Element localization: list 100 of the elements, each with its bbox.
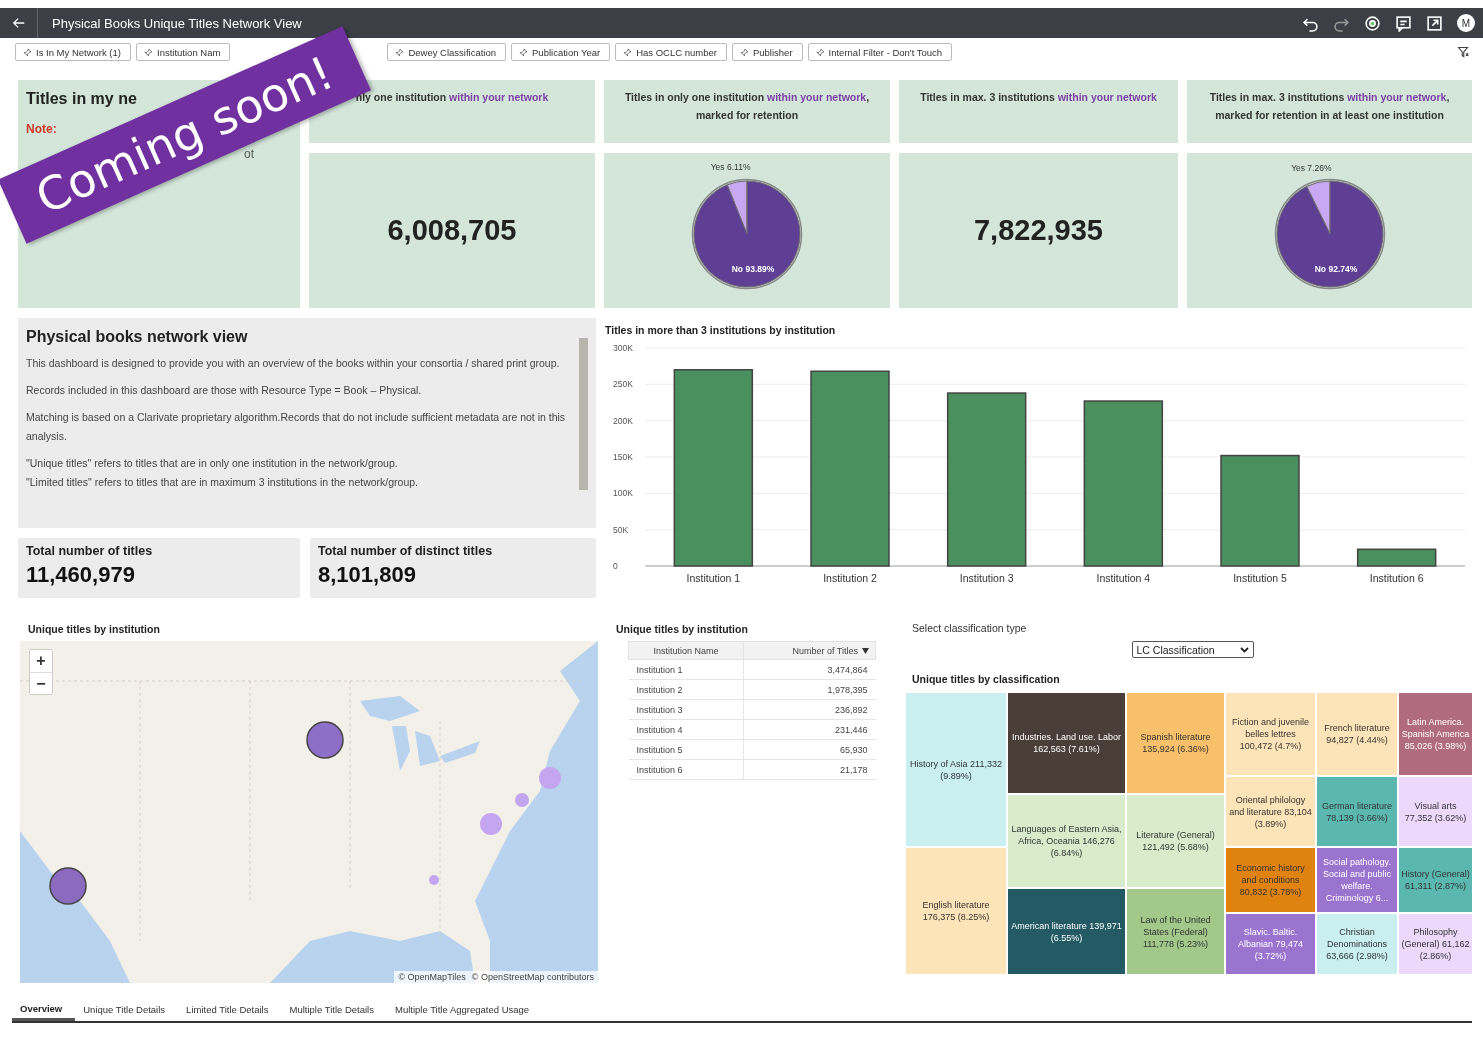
- tab[interactable]: Multiple Title Details: [281, 998, 387, 1021]
- table-cell: 231,446: [743, 719, 876, 740]
- info-text: Matching is based on a Clarivate proprietary algorithm.Records that do not include sufficient metadata are not in this analysis.: [26, 410, 567, 444]
- axis-label: 200K: [613, 415, 633, 426]
- table-cell: 3,474,864: [743, 659, 876, 680]
- chart-title: Titles in more than 3 institutions by institution: [605, 324, 837, 336]
- treemap-tile[interactable]: History (General) 61,311 (2.87%): [1398, 847, 1473, 913]
- treemap-tile[interactable]: Economic history and conditions 80,832 (3.78%): [1225, 847, 1316, 913]
- caret-icon: [1239, 646, 1249, 653]
- axis-label: 50K: [613, 524, 629, 535]
- info-text: "Unique titles" refers to titles that are in only one institution in the network/group.: [26, 456, 399, 471]
- user-avatar[interactable]: M: [1457, 14, 1475, 32]
- kpi-value: 6,008,705: [387, 214, 517, 247]
- table-cell: Institution 4: [628, 719, 744, 740]
- axis-label: Institution 5: [1233, 572, 1287, 584]
- pin-icon: [739, 47, 749, 57]
- tab[interactable]: Overview: [12, 998, 76, 1021]
- treemap-tile[interactable]: Visual arts 77,352 (3.62%): [1398, 776, 1473, 847]
- total-label: Total number of distinct titles: [318, 544, 494, 558]
- filter-chip[interactable]: Institution Nam: [136, 43, 231, 61]
- pin-icon: [519, 47, 529, 57]
- filter-chip[interactable]: Internal Filter - Don't Touch: [807, 43, 953, 61]
- slice-label: No 92.74%: [1314, 263, 1357, 274]
- tab[interactable]: Unique Title Details: [75, 998, 179, 1021]
- column-header[interactable]: Institution Name: [628, 641, 744, 660]
- classification-dropdown[interactable]: LC Classification: [1131, 641, 1254, 658]
- table-cell: 1,978,395: [743, 679, 876, 700]
- table-cell: Institution 2: [628, 679, 744, 700]
- column-header[interactable]: Number of Titles: [743, 641, 876, 660]
- card-title: Titles in max. 3 institutions within your network: [919, 90, 1158, 105]
- filter-chip[interactable]: Is In My Network (1): [15, 43, 131, 61]
- export-icon[interactable]: [1426, 14, 1443, 32]
- field-label: Select classification type: [912, 622, 1028, 634]
- total-value: 11,460,979: [26, 562, 136, 588]
- axis-label: 250K: [613, 379, 633, 390]
- table-cell: 21,178: [743, 759, 876, 780]
- attribution-text: © OpenStreetMap contributors: [471, 972, 594, 982]
- treemap-tile[interactable]: American literature 139,971 (6.55%): [1007, 888, 1126, 975]
- table-cell: 65,930: [743, 739, 876, 760]
- back-arrow-icon: [11, 16, 26, 30]
- treemap-tile[interactable]: Philosophy (General) 61,162 (2.86%): [1398, 913, 1473, 975]
- filter-chip[interactable]: Has OCLC number: [615, 43, 727, 61]
- map-title: Unique titles by institution: [28, 623, 161, 635]
- treemap-tile[interactable]: English literature 176,375 (8.25%): [905, 847, 1007, 975]
- treemap-tile[interactable]: Law of the United States (Federal) 111,778 (5.23%): [1126, 888, 1225, 975]
- treemap-tile[interactable]: Industries. Land use. Labor 162,563 (7.61%): [1007, 692, 1126, 794]
- pin-icon: [23, 47, 32, 57]
- pin-icon: [395, 47, 405, 57]
- scrollbar[interactable]: [579, 338, 588, 490]
- treemap-tile[interactable]: Spanish literature 135,924 (6.36%): [1126, 692, 1225, 794]
- treemap-tile[interactable]: Latin America. Spanish America 85,026 (3.98%): [1398, 692, 1473, 776]
- filter-icon[interactable]: [1457, 46, 1469, 58]
- kpi-value: 7,822,935: [974, 214, 1103, 247]
- pin-icon: [144, 47, 153, 57]
- table-cell: Institution 6: [628, 759, 744, 780]
- info-text: This dashboard is designed to provide you with an overview of the books within your consortia / shared print group.: [26, 356, 561, 371]
- filter-chip[interactable]: Dewey Classification: [387, 43, 507, 61]
- table-cell: 236,892: [743, 699, 876, 720]
- axis-label: Institution 2: [823, 572, 877, 584]
- total-label: Total number of titles: [26, 544, 154, 558]
- treemap-tile[interactable]: Languages of Eastern Asia, Africa, Oceania 146,276 (6.84%): [1007, 794, 1126, 888]
- table-cell: Institution 1: [628, 659, 744, 680]
- total-value: 8,101,809: [318, 562, 417, 588]
- axis-label: Institution 6: [1369, 572, 1424, 584]
- treemap-tile[interactable]: Christian Denominations 63,666 (2.98%): [1316, 913, 1398, 975]
- card-title: Titles in only one institution within your network, marked for retention: [623, 90, 871, 123]
- panel-title: Physical books network view: [26, 328, 249, 346]
- treemap-tile[interactable]: Fiction and juvenile belles lettres 100,472 (4.7%): [1225, 692, 1316, 776]
- treemap-tile[interactable]: Oriental philology and literature 83,104 (3.89%): [1225, 776, 1316, 847]
- tab[interactable]: Multiple Title Aggregated Usage: [386, 998, 543, 1021]
- info-text: Records included in this dashboard are those with Resource Type = Book – Physical.: [26, 383, 423, 398]
- table-title: Unique titles by institution: [616, 623, 749, 635]
- treemap-tile[interactable]: Slavic. Baltic. Albanian 79,474 (3.72%): [1225, 913, 1316, 975]
- treemap-tile[interactable]: German literature 78,139 (3.66%): [1316, 776, 1398, 847]
- axis-label: 100K: [613, 488, 633, 499]
- treemap-title: Unique titles by classification: [912, 673, 1061, 685]
- info-text: "Limited titles" refers to titles that are in maximum 3 institutions in the network/group.: [26, 475, 420, 490]
- note-text: ot: [244, 147, 254, 161]
- card-title: Titles in max. 3 institutions within your network, marked for retention in at least one institution: [1208, 90, 1451, 123]
- filter-chip[interactable]: Publisher: [731, 43, 803, 61]
- treemap-tile[interactable]: Literature (General) 121,492 (5.68%): [1126, 794, 1225, 888]
- treemap-tile[interactable]: History of Asia 211,332 (9.89%): [905, 692, 1007, 847]
- tab[interactable]: Limited Title Details: [178, 998, 282, 1021]
- slice-label: Yes 6.11%: [710, 161, 751, 172]
- axis-label: 150K: [613, 452, 633, 462]
- slice-label: Yes 7.26%: [1290, 162, 1331, 173]
- treemap-tile[interactable]: Social pathology. Social and public welfare. Criminology 6...: [1316, 847, 1398, 913]
- attribution-text: © OpenMapTiles: [398, 972, 466, 982]
- axis-label: Institution 3: [959, 572, 1014, 584]
- axis-label: Institution 1: [686, 572, 741, 584]
- refresh-icon[interactable]: [1364, 14, 1381, 32]
- zoom-out-button[interactable]: −: [30, 672, 52, 694]
- axis-label: 0: [613, 561, 618, 571]
- axis-label: 300K: [613, 343, 633, 353]
- table-cell: Institution 3: [628, 699, 744, 720]
- filter-chip[interactable]: Publication Year: [511, 43, 611, 61]
- comment-icon[interactable]: [1395, 14, 1412, 32]
- pin-icon: [623, 47, 633, 57]
- treemap-tile[interactable]: French literature 94,827 (4.44%): [1316, 692, 1398, 776]
- axis-label: Institution 4: [1096, 572, 1151, 584]
